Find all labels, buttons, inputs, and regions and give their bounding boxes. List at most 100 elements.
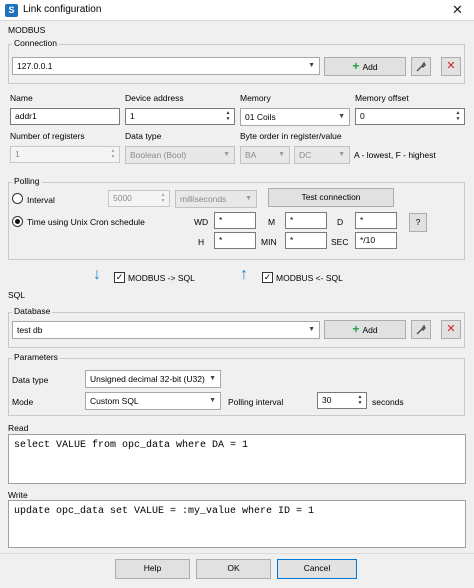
d-input[interactable]: * [355, 212, 397, 229]
test-connection-button[interactable]: Test connection [268, 188, 394, 207]
byte-order-select-2[interactable]: DC ▼ [294, 146, 350, 164]
memory-offset-label: Memory offset [355, 93, 409, 103]
h-input[interactable]: * [214, 232, 256, 249]
connection-settings-button[interactable] [411, 57, 431, 76]
delete-icon: ✕ [446, 323, 456, 335]
wd-label: WD [194, 217, 209, 227]
byte-order-select-1[interactable]: BA ▼ [240, 146, 290, 164]
spinner-icon[interactable]: ▲ ▼ [158, 192, 168, 205]
interval-value: 5000 [113, 193, 132, 203]
interval-radio[interactable] [12, 193, 23, 204]
connection-group-title: Connection [12, 38, 60, 48]
polling-interval-label: Polling interval [228, 397, 284, 407]
database-value: test db [17, 325, 43, 335]
mode-value: Custom SQL [90, 396, 139, 406]
m-label: M [268, 217, 276, 227]
spinner-icon[interactable]: ▲ ▼ [355, 394, 365, 407]
data-type-value: Boolean (Bool) [130, 150, 187, 160]
database-delete-button[interactable]: ✕ [441, 320, 461, 339]
window-title: Link configuration [23, 4, 102, 15]
mode-select[interactable]: Custom SQL ▼ [85, 392, 221, 410]
arrow-down-icon: ↓ [93, 266, 101, 283]
polling-group-title: Polling [12, 176, 42, 186]
byte-order-2-value: DC [299, 150, 312, 160]
plus-icon: + [352, 59, 360, 73]
byte-order-hint: A - lowest, F - highest [354, 150, 436, 160]
database-add-button[interactable]: + Add [324, 320, 406, 339]
chevron-down-icon: ▼ [209, 397, 216, 404]
chevron-down-icon: ▼ [278, 151, 285, 158]
modbus-to-sql-label: MODBUS -> SQL [128, 273, 195, 283]
close-icon[interactable]: ✕ [441, 0, 474, 21]
num-registers-input[interactable]: 1 ▲ ▼ [10, 146, 120, 163]
database-select[interactable]: test db ▼ [12, 321, 320, 339]
modbus-from-sql-checkbox[interactable]: ✓ [262, 272, 273, 283]
arrow-up-icon: ↑ [240, 266, 248, 283]
database-group-title: Database [12, 306, 53, 316]
device-address-input[interactable]: 1 ▲ ▼ [125, 108, 235, 125]
sql-section-label: SQL [8, 290, 26, 300]
chevron-down-icon: ▼ [308, 62, 315, 69]
polling-interval-input[interactable]: 30 ▲ ▼ [317, 392, 367, 409]
chevron-down-icon: ▼ [338, 151, 345, 158]
memory-value: 01 Coils [245, 112, 276, 122]
memory-offset-value: 0 [360, 111, 365, 121]
chevron-down-icon: ▼ [223, 151, 230, 158]
min-input[interactable]: * [285, 232, 327, 249]
connection-delete-button[interactable]: ✕ [441, 57, 461, 76]
polling-interval-value: 30 [322, 395, 332, 405]
name-input[interactable]: addr1 [10, 108, 120, 125]
modbus-to-sql-checkbox[interactable]: ✓ [114, 272, 125, 283]
app-icon: S [5, 4, 18, 17]
spinner-icon[interactable]: ▲ ▼ [108, 148, 118, 161]
interval-unit-select[interactable]: milliseconds ▼ [175, 190, 257, 208]
spinner-icon[interactable]: ▲ ▼ [453, 110, 463, 123]
wd-input[interactable]: * [214, 212, 256, 229]
modbus-section-label: MODBUS [8, 25, 46, 35]
add-label: Add [362, 62, 378, 72]
interval-input[interactable]: 5000 ▲ ▼ [108, 190, 170, 207]
ok-button[interactable]: OK [196, 559, 271, 579]
cancel-button[interactable]: Cancel [277, 559, 357, 579]
memory-select[interactable]: 01 Coils ▼ [240, 108, 350, 126]
connection-add-button[interactable]: + Add [324, 57, 406, 76]
modbus-from-sql-label: MODBUS <- SQL [276, 273, 343, 283]
sql-data-type-value: Unsigned decimal 32-bit (U32) [90, 374, 205, 384]
delete-icon: ✕ [446, 60, 456, 72]
seconds-label: seconds [372, 397, 404, 407]
data-type-label: Data type [125, 131, 162, 141]
connection-select[interactable]: 127.0.0.1 ▼ [12, 57, 320, 75]
d-label: D [337, 217, 344, 227]
help-button[interactable]: Help [115, 559, 190, 579]
num-registers-value: 1 [15, 149, 20, 159]
parameters-group-title: Parameters [12, 352, 60, 362]
cron-radio[interactable] [12, 216, 23, 227]
m-input[interactable]: * [285, 212, 327, 229]
cron-help-button[interactable]: ? [409, 213, 427, 232]
name-label: Name [10, 93, 33, 103]
chevron-down-icon: ▼ [308, 326, 315, 333]
read-query-textarea[interactable]: select VALUE from opc_data where DA = 1 [8, 434, 466, 484]
chevron-down-icon: ▼ [245, 195, 252, 202]
interval-label: Interval [27, 195, 55, 205]
h-label: H [198, 237, 205, 247]
sql-data-type-select[interactable]: Unsigned decimal 32-bit (U32) ▼ [85, 370, 221, 388]
connection-value: 127.0.0.1 [17, 61, 53, 71]
database-settings-button[interactable] [411, 320, 431, 339]
interval-unit-value: milliseconds [180, 194, 227, 204]
data-type-select[interactable]: Boolean (Bool) ▼ [125, 146, 235, 164]
min-label: MIN [261, 237, 277, 247]
memory-offset-input[interactable]: 0 ▲ ▼ [355, 108, 465, 125]
write-query-textarea[interactable]: update opc_data set VALUE = :my_value wh… [8, 500, 466, 548]
device-address-label: Device address [125, 93, 184, 103]
footer-separator [0, 553, 474, 554]
write-label: Write [8, 490, 28, 500]
memory-label: Memory [240, 93, 271, 103]
read-label: Read [8, 423, 29, 433]
spinner-icon[interactable]: ▲ ▼ [223, 110, 233, 123]
sec-label: SEC [331, 237, 349, 247]
cron-label: Time using Unix Cron schedule [27, 217, 145, 227]
wrench-icon [416, 324, 426, 335]
parameters-group [8, 358, 465, 416]
sec-input[interactable]: */10 [355, 232, 397, 249]
